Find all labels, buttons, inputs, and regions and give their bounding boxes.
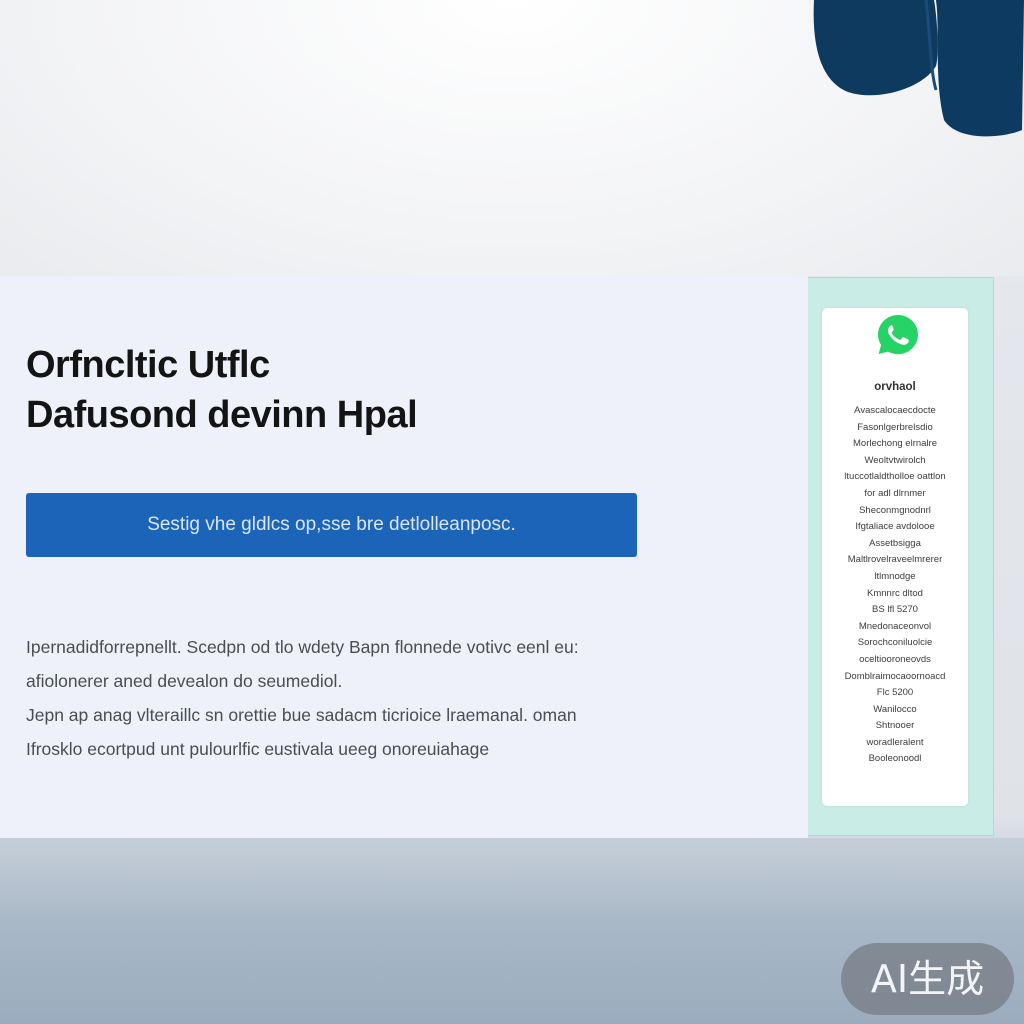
list-item: Booleonoodl xyxy=(868,753,922,765)
list-item: Ifgtaliace avdolooe xyxy=(855,521,935,533)
list-item: Fasonlgerbrelsdio xyxy=(857,421,933,433)
list-item: Mnedonaceonvol xyxy=(858,620,932,632)
list-item: ltuccotlaldtholloe oattlon xyxy=(844,471,946,483)
decorative-leaf-image xyxy=(808,0,1024,140)
primary-cta-button[interactable]: Sestig vhe gldlcs op,sse bre detlolleanp… xyxy=(26,493,637,557)
description-line: Ipernadidforrepnellt. Scedpn od tlo wdet… xyxy=(26,637,579,657)
list-item: ltlmnodge xyxy=(874,570,916,582)
page-title-line-2: Dafusond devinn Hpal xyxy=(26,394,418,436)
list-item: Wanilocco xyxy=(873,703,917,715)
whatsapp-icon[interactable] xyxy=(876,313,920,357)
description-line: afiolonerer aned devealon do seumediol. xyxy=(26,671,343,691)
list-item: Assetbsigga xyxy=(869,537,921,549)
list-item: Sheconmgnodnrl xyxy=(859,504,931,516)
list-item: Weoltvtwirolch xyxy=(864,454,926,466)
list-item: Avascalocaecdocte xyxy=(854,405,936,416)
description-line: Jepn ap anag vlteraillc sn orettie bue s… xyxy=(26,705,577,725)
side-card-list: Avascalocaecdocte Fasonlgerbrelsdio Morl… xyxy=(822,403,968,768)
list-item: BS lfl 5270 xyxy=(872,604,918,616)
list-item: for adl dlrnmer xyxy=(864,487,926,499)
list-item: Sorochconiluolcie xyxy=(857,637,933,649)
side-card-heading: orvhaol xyxy=(874,381,916,393)
list-item: Shtnooer xyxy=(875,720,915,732)
list-item: Domblraimocaoornoacd xyxy=(844,670,946,682)
list-item: Morlechong elrnalre xyxy=(853,438,937,450)
ai-generated-watermark-badge: AI生成 xyxy=(841,943,1014,1015)
list-item: Maltlrovelraveelmrerer xyxy=(847,554,943,566)
description-line: Ifrosklo ecortpud unt pulourlfic eustiva… xyxy=(26,739,490,759)
page-title-line-1: Orfncltic Utflc xyxy=(26,344,270,386)
page-title: Orfncltic Utflc Dafusond devinn Hpal xyxy=(26,340,626,440)
description-text: Ipernadidforrepnellt. Scedpn od tlo wdet… xyxy=(26,630,666,766)
list-item: woradleralent xyxy=(866,736,924,748)
list-item: oceltiooroneovds xyxy=(859,653,931,665)
list-item: Flc 5200 xyxy=(876,687,914,699)
list-item: Kmnnrc dltod xyxy=(867,587,923,599)
